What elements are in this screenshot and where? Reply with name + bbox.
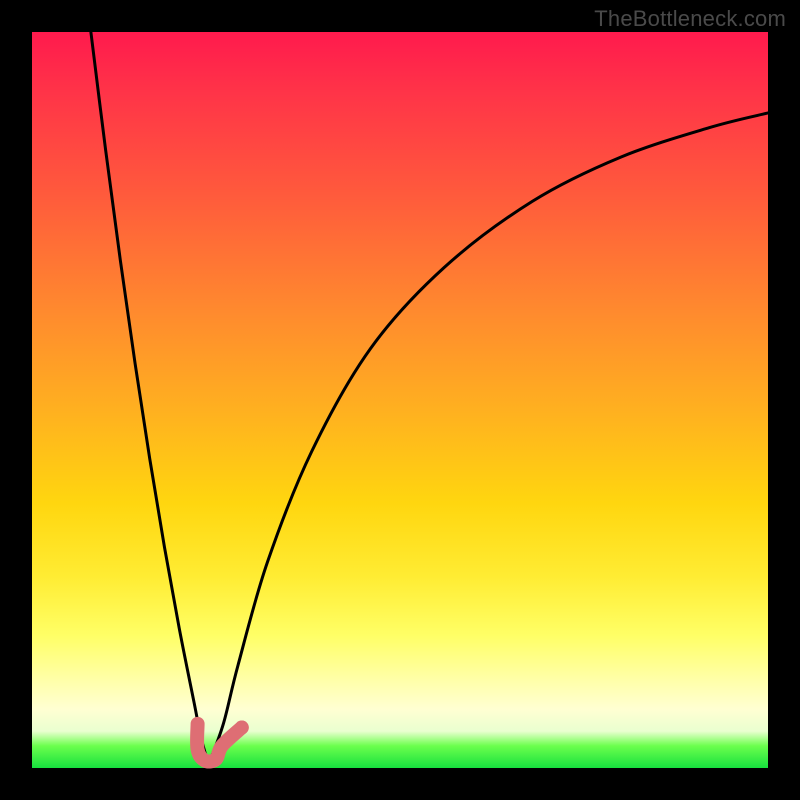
vertex-marker-dot [235,721,249,735]
right-branch-path [209,113,768,764]
left-branch-path [91,32,209,764]
curve-layer [32,32,768,768]
outer-frame: TheBottleneck.com [0,0,800,800]
watermark-text: TheBottleneck.com [594,6,786,32]
